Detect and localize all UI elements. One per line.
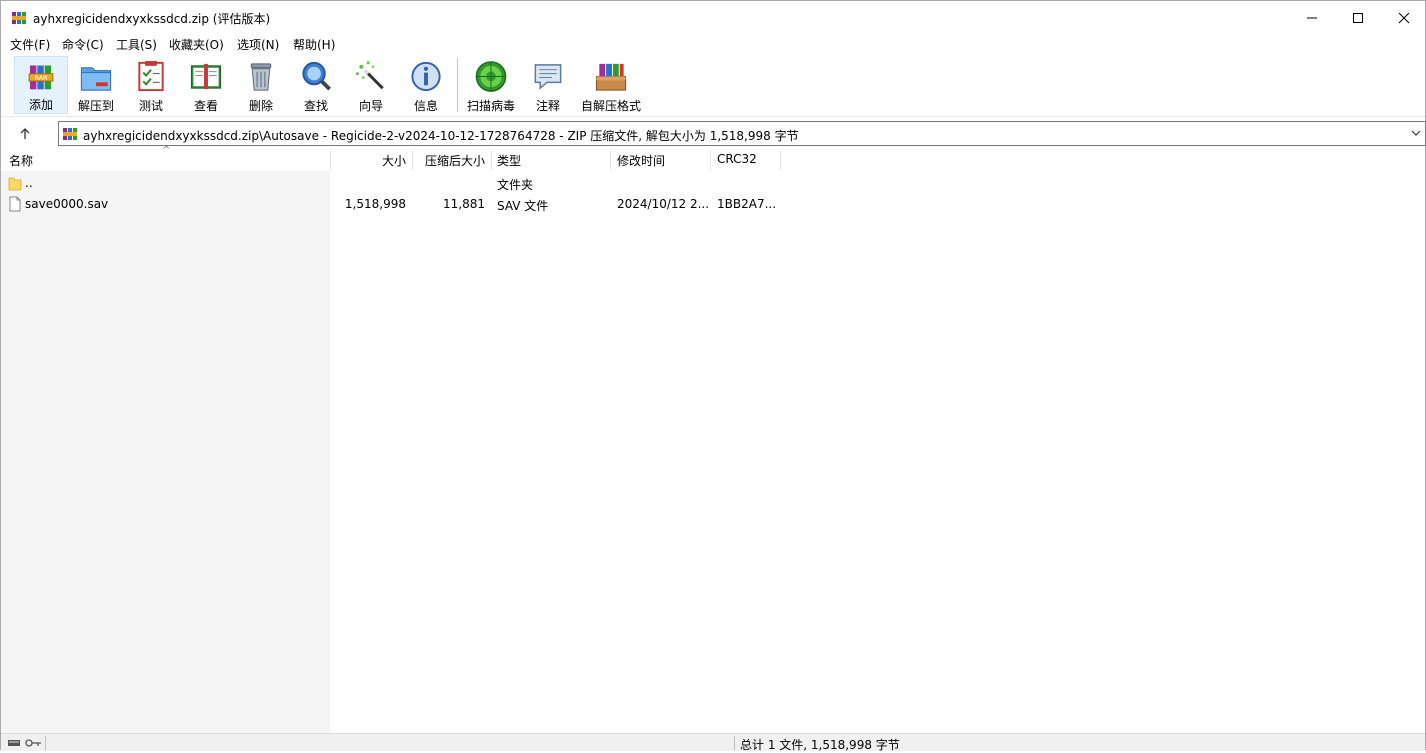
extract-folder-icon <box>80 67 112 91</box>
drive-key-icon[interactable] <box>7 737 43 749</box>
test-button[interactable]: 测试 <box>129 56 173 114</box>
add-button[interactable]: RAR 添加 <box>14 56 68 114</box>
minimize-icon <box>1307 17 1317 19</box>
extract-to-button[interactable]: 解压到 <box>74 56 118 114</box>
sfx-archive-icon <box>595 63 627 91</box>
chevron-down-icon[interactable] <box>1410 127 1422 139</box>
file-icon <box>9 196 21 212</box>
status-bar: 总计 1 文件, 1,518,998 字节 <box>1 733 1425 752</box>
winrar-window: ayhxregicidendxyxkssdcd.zip (评估版本) 文件(F)… <box>0 0 1426 752</box>
toolbar: RAR 添加 解压到 测试 查看 删除 查找 向导 信息 扫描病毒 注释 自解压… <box>1 54 1425 117</box>
menu-file[interactable]: 文件(F) <box>10 36 50 53</box>
winrar-app-icon <box>12 12 26 24</box>
column-divider[interactable] <box>710 150 711 170</box>
address-row: ayhxregicidendxyxkssdcd.zip\Autosave - R… <box>1 119 1426 149</box>
info-icon <box>411 61 441 92</box>
comment-icon <box>534 64 562 90</box>
view-label: 查看 <box>193 99 218 113</box>
status-divider <box>45 736 46 750</box>
minimize-button[interactable] <box>1289 1 1335 35</box>
column-size[interactable]: 大小 <box>331 152 406 169</box>
file-modified: 2024/10/12 2... <box>617 197 710 211</box>
sfx-button[interactable]: 自解压格式 <box>579 56 643 114</box>
close-icon <box>1398 12 1410 24</box>
wizard-label: 向导 <box>358 99 383 113</box>
wizard-button[interactable]: 向导 <box>349 56 393 114</box>
test-checklist-icon <box>138 60 164 92</box>
wizard-wand-icon <box>355 61 384 90</box>
trash-icon <box>250 63 272 91</box>
add-archive-icon: RAR <box>28 65 54 90</box>
file-packed-size: 11,881 <box>443 197 485 211</box>
comment-button[interactable]: 注释 <box>526 56 570 114</box>
column-modified[interactable]: 修改时间 <box>617 152 665 169</box>
find-button[interactable]: 查找 <box>294 56 338 114</box>
find-label: 查找 <box>303 99 328 113</box>
test-label: 测试 <box>138 99 163 113</box>
file-size: 1,518,998 <box>344 197 406 211</box>
address-bar[interactable]: ayhxregicidendxyxkssdcd.zip\Autosave - R… <box>58 121 1426 146</box>
menu-help[interactable]: 帮助(H) <box>293 36 335 53</box>
maximize-icon <box>1353 13 1363 23</box>
column-packed-size[interactable]: 压缩后大小 <box>413 152 485 169</box>
info-button[interactable]: 信息 <box>404 56 448 114</box>
file-crc: 1BB2A7... <box>717 197 777 211</box>
view-book-icon <box>190 63 222 90</box>
menu-tools[interactable]: 工具(S) <box>116 36 157 53</box>
file-name: .. <box>25 176 33 190</box>
file-type: 文件夹 <box>497 178 534 192</box>
menu-options[interactable]: 选项(N) <box>237 36 279 53</box>
file-type: SAV 文件 <box>497 199 549 213</box>
column-divider[interactable] <box>491 150 492 170</box>
delete-label: 删除 <box>248 99 273 113</box>
zip-archive-icon <box>63 128 77 140</box>
column-crc32[interactable]: CRC32 <box>717 152 757 166</box>
sfx-label: 自解压格式 <box>580 99 641 113</box>
name-column-background <box>1 171 330 733</box>
add-label: 添加 <box>28 98 53 112</box>
svg-text:RAR: RAR <box>34 74 48 82</box>
status-divider <box>734 736 735 750</box>
virus-scan-icon <box>475 61 507 92</box>
column-divider[interactable] <box>610 150 611 170</box>
file-name: save0000.sav <box>25 197 109 211</box>
delete-button[interactable]: 删除 <box>239 56 283 114</box>
title-bar: ayhxregicidendxyxkssdcd.zip (评估版本) <box>1 1 1425 35</box>
column-type[interactable]: 类型 <box>497 152 521 169</box>
table-row[interactable]: .. 文件夹 <box>1 173 1425 193</box>
status-text: 总计 1 文件, 1,518,998 字节 <box>740 738 900 752</box>
toolbar-separator <box>457 58 458 112</box>
file-list-header: 名称 ^ 大小 压缩后大小 类型 修改时间 CRC32 <box>1 145 1425 171</box>
virus-scan-button[interactable]: 扫描病毒 <box>463 56 519 114</box>
maximize-button[interactable] <box>1335 1 1381 35</box>
virus-scan-label: 扫描病毒 <box>466 99 515 113</box>
up-arrow-icon[interactable] <box>15 124 35 144</box>
menu-commands[interactable]: 命令(C) <box>62 36 104 53</box>
view-button[interactable]: 查看 <box>184 56 228 114</box>
column-divider[interactable] <box>780 150 781 170</box>
table-row[interactable]: save0000.sav 1,518,998 11,881 SAV 文件 202… <box>1 194 1425 214</box>
address-path: ayhxregicidendxyxkssdcd.zip\Autosave - R… <box>83 129 799 143</box>
column-name[interactable]: 名称 <box>9 152 33 169</box>
magnifier-icon <box>302 61 331 91</box>
close-button[interactable] <box>1381 1 1426 35</box>
window-title: ayhxregicidendxyxkssdcd.zip (评估版本) <box>33 12 271 26</box>
info-label: 信息 <box>413 99 438 113</box>
folder-icon <box>8 177 22 191</box>
comment-label: 注释 <box>535 99 560 113</box>
extract-to-label: 解压到 <box>77 99 114 113</box>
menu-favorites[interactable]: 收藏夹(O) <box>169 36 224 53</box>
sort-ascending-icon: ^ <box>162 145 171 156</box>
menu-bar: 文件(F) 命令(C) 工具(S) 收藏夹(O) 选项(N) 帮助(H) <box>1 35 1425 54</box>
